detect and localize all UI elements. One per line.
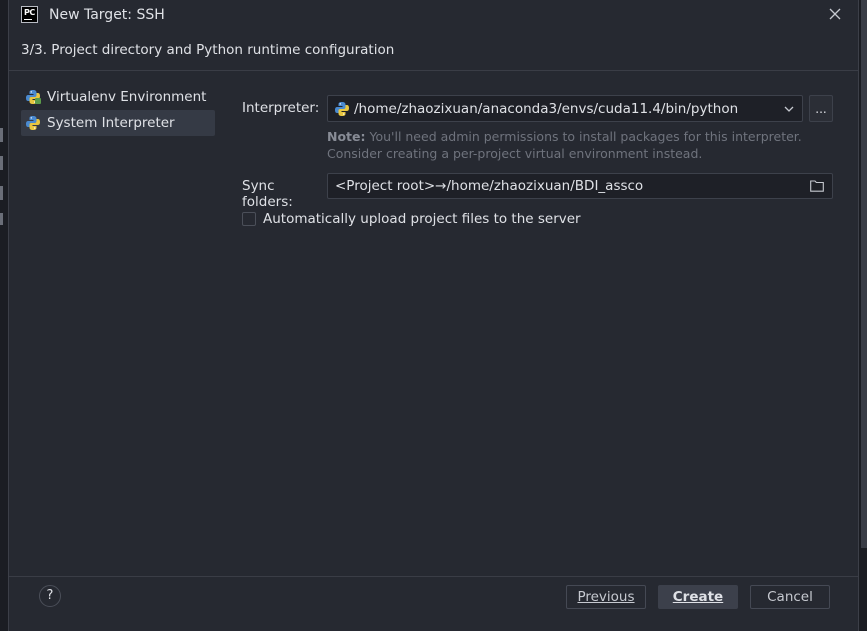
sync-row: Sync folders: (242, 178, 328, 210)
cancel-button[interactable]: Cancel (750, 585, 830, 609)
chevron-down-icon[interactable] (784, 105, 794, 113)
create-label: Create (672, 589, 724, 605)
sidebar-item-system-interpreter[interactable]: System Interpreter (21, 110, 215, 136)
background-window-edge (0, 0, 8, 631)
python-icon (335, 101, 349, 116)
step-header: 3/3. Project directory and Python runtim… (9, 31, 858, 71)
note-prefix: Note: (327, 129, 366, 144)
help-button[interactable]: ? (39, 585, 61, 607)
previous-label: Previous (577, 589, 635, 605)
pycharm-logo-icon: PC (21, 6, 38, 23)
new-target-dialog: PC New Target: SSH 3/3. Project director… (8, 0, 859, 631)
sidebar-item-label: Virtualenv Environment (47, 89, 207, 105)
sidebar: Virtualenv Environment System Interprete… (21, 84, 215, 136)
sync-folders-label: Sync folders: (242, 178, 293, 210)
browse-interpreter-button[interactable]: ... (809, 95, 833, 122)
sidebar-item-label: System Interpreter (47, 115, 175, 131)
python-icon (26, 116, 40, 130)
note-text: You'll need admin permissions to install… (327, 129, 802, 161)
interpreter-select[interactable]: /home/zhaozixuan/anaconda3/envs/cuda11.4… (327, 95, 803, 122)
admin-note: Note: You'll need admin permissions to i… (327, 128, 837, 162)
window-title: New Target: SSH (49, 7, 165, 23)
previous-button[interactable]: Previous (566, 585, 646, 609)
titlebar: PC New Target: SSH (9, 0, 858, 31)
background-window-edge-right (859, 0, 867, 631)
folder-icon[interactable] (810, 180, 824, 192)
python-virtualenv-icon (26, 90, 41, 104)
interpreter-value: /home/zhaozixuan/anaconda3/envs/cuda11.4… (354, 100, 739, 117)
auto-upload-label[interactable]: Automatically upload project files to th… (263, 211, 581, 227)
create-button[interactable]: Create (658, 585, 738, 609)
sidebar-item-virtualenv[interactable]: Virtualenv Environment (21, 84, 215, 110)
sync-folders-value: <Project root>→/home/zhaozixuan/BDI_assc… (335, 178, 644, 194)
interpreter-row: Interpreter: (242, 100, 328, 116)
dialog-footer: ? Previous Create Cancel (9, 576, 858, 631)
auto-upload-checkbox[interactable] (242, 212, 256, 226)
cancel-label: Cancel (767, 589, 813, 605)
close-icon[interactable] (828, 7, 842, 21)
sync-folders-field[interactable]: <Project root>→/home/zhaozixuan/BDI_assc… (327, 173, 833, 199)
auto-upload-row: Automatically upload project files to th… (242, 211, 581, 227)
interpreter-label: Interpreter: (242, 100, 320, 116)
